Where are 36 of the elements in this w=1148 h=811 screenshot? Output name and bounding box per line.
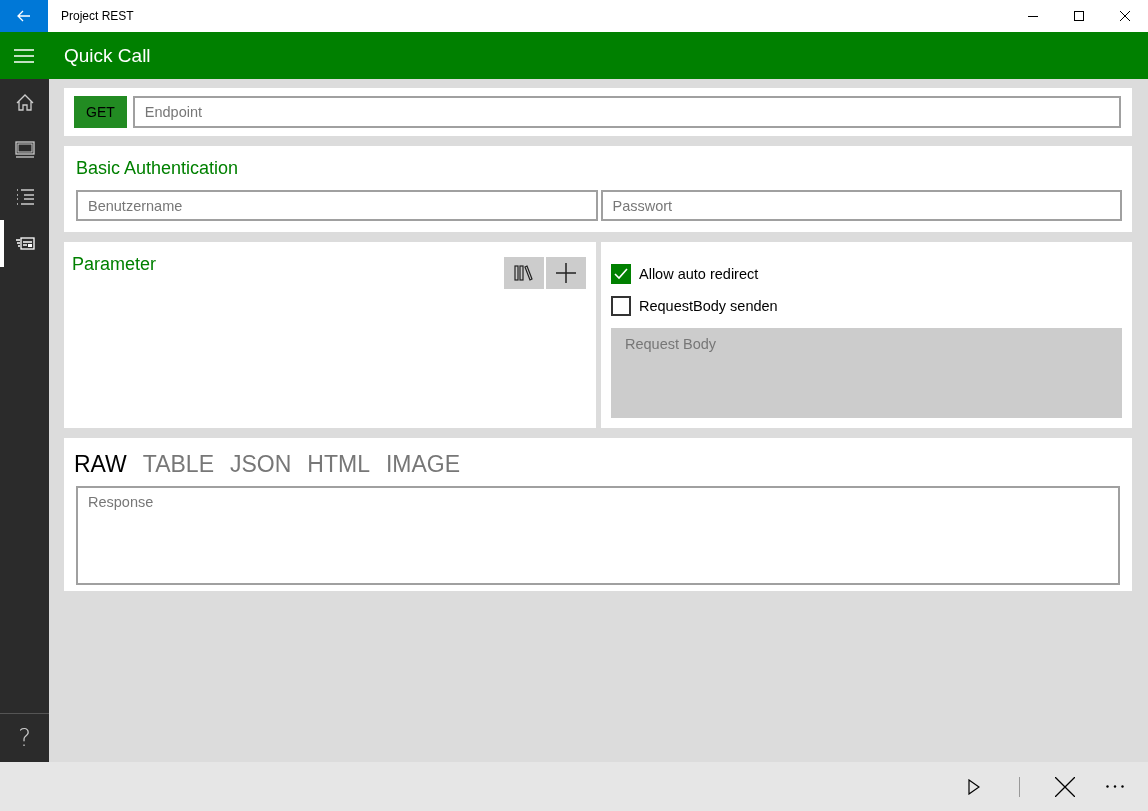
menu-icon — [14, 48, 34, 63]
response-tab[interactable]: TABLE — [142, 448, 226, 478]
checkbox-label: Allow auto redirect — [639, 266, 759, 282]
password-field[interactable]: Passwort — [600, 190, 1122, 221]
checkmark-icon — [614, 268, 628, 280]
maximize-icon — [1074, 11, 1084, 21]
home-icon — [14, 92, 35, 113]
play-icon — [968, 778, 980, 795]
section-title: Basic Authentication — [76, 158, 240, 179]
back-arrow-icon — [17, 10, 31, 22]
more-icon — [1106, 785, 1124, 788]
checkbox[interactable] — [611, 264, 631, 284]
response-tab[interactable]: IMAGE — [385, 448, 473, 478]
add-button[interactable] — [546, 257, 586, 289]
plus-icon — [556, 263, 576, 283]
close-icon — [1120, 11, 1130, 21]
list-icon — [14, 186, 35, 207]
method-button[interactable]: GET — [74, 96, 127, 128]
response-tab[interactable]: HTML — [307, 448, 382, 478]
response-tab[interactable]: JSON — [229, 448, 304, 478]
checkbox-label: RequestBody senden — [639, 298, 778, 314]
books-icon — [514, 265, 534, 281]
page-title: Quick Call — [64, 44, 151, 67]
response-field[interactable]: Response — [76, 486, 1120, 585]
back-button[interactable] — [0, 0, 48, 32]
help-button[interactable]: ? — [0, 714, 49, 762]
minimize-icon — [1028, 15, 1038, 17]
checkbox[interactable] — [611, 296, 631, 316]
library-button[interactable] — [504, 257, 544, 289]
close-icon — [1055, 776, 1075, 797]
window-title: Project REST — [61, 9, 135, 23]
monitor-icon — [14, 139, 35, 160]
response-tab[interactable]: RAW — [74, 448, 139, 478]
section-title: Parameter — [72, 254, 158, 275]
username-field[interactable]: Benutzername — [76, 190, 598, 221]
endpoint-field[interactable]: Endpoint — [132, 96, 1121, 128]
